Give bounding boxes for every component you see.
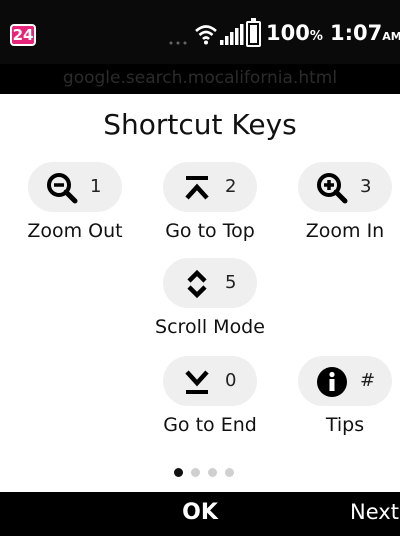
scroll-mode-icon [187, 269, 207, 299]
shortcut-key: 3 [360, 176, 372, 197]
shortcut-key-pill[interactable]: 1 [28, 162, 122, 212]
softkey-bar: OK Next [0, 492, 400, 536]
shortcut-label: Go to Top [165, 220, 255, 242]
info-icon [317, 367, 347, 397]
shortcut-key: 5 [225, 272, 237, 293]
clock: 1:07AM [330, 21, 400, 45]
zoom-in-icon [317, 173, 348, 204]
shortcut-go-to-end[interactable]: 0 Go to End [155, 356, 265, 452]
shortcut-key: 0 [225, 370, 237, 391]
shortcut-scroll-mode[interactable]: 5 Scroll Mode [155, 258, 265, 354]
url-bar: google.search.mocalifornia.html [62, 68, 338, 88]
shortcut-keys-dialog: Shortcut Keys 1 Zoom Out 2 Go to Top 3 Z… [0, 94, 400, 492]
page-indicator [174, 462, 242, 481]
signal-icon [220, 24, 244, 45]
notification-badge: 24 [10, 24, 36, 46]
shortcut-go-to-top[interactable]: 2 Go to Top [155, 162, 265, 258]
next-softkey[interactable]: Next [350, 500, 399, 524]
shortcut-key-pill[interactable]: 2 [163, 162, 257, 212]
go-to-top-icon [185, 176, 209, 200]
loading-dots-icon [169, 41, 187, 45]
shortcut-label: Go to End [163, 414, 257, 436]
wifi-icon [195, 25, 217, 45]
shortcut-key-pill[interactable]: 5 [163, 258, 257, 308]
go-to-end-icon [185, 370, 209, 394]
battery-percent: 100% [266, 21, 323, 45]
shortcut-key: 1 [90, 176, 102, 197]
status-bar: 24 100% 1:07AM [0, 0, 400, 64]
page-dot [225, 468, 234, 477]
shortcut-key-pill[interactable]: 3 [298, 162, 392, 212]
shortcut-label: Scroll Mode [155, 316, 265, 338]
shortcut-key: # [360, 370, 376, 391]
shortcut-tips[interactable]: # Tips [290, 356, 400, 452]
shortcut-key-pill[interactable]: 0 [163, 356, 257, 406]
dialog-title: Shortcut Keys [103, 108, 297, 141]
shortcut-label: Tips [325, 414, 365, 436]
page-dot-active [174, 468, 183, 477]
shortcut-label: Zoom In [305, 220, 385, 242]
ok-softkey[interactable]: OK [0, 500, 400, 525]
page-dot [208, 468, 217, 477]
battery-icon [246, 18, 261, 47]
zoom-out-icon [47, 173, 78, 204]
page-dot [191, 468, 200, 477]
shortcut-zoom-in[interactable]: 3 Zoom In [290, 162, 400, 258]
shortcut-key-pill[interactable]: # [298, 356, 392, 406]
shortcut-zoom-out[interactable]: 1 Zoom Out [20, 162, 130, 258]
shortcut-key: 2 [225, 176, 237, 197]
shortcut-label: Zoom Out [27, 220, 123, 242]
